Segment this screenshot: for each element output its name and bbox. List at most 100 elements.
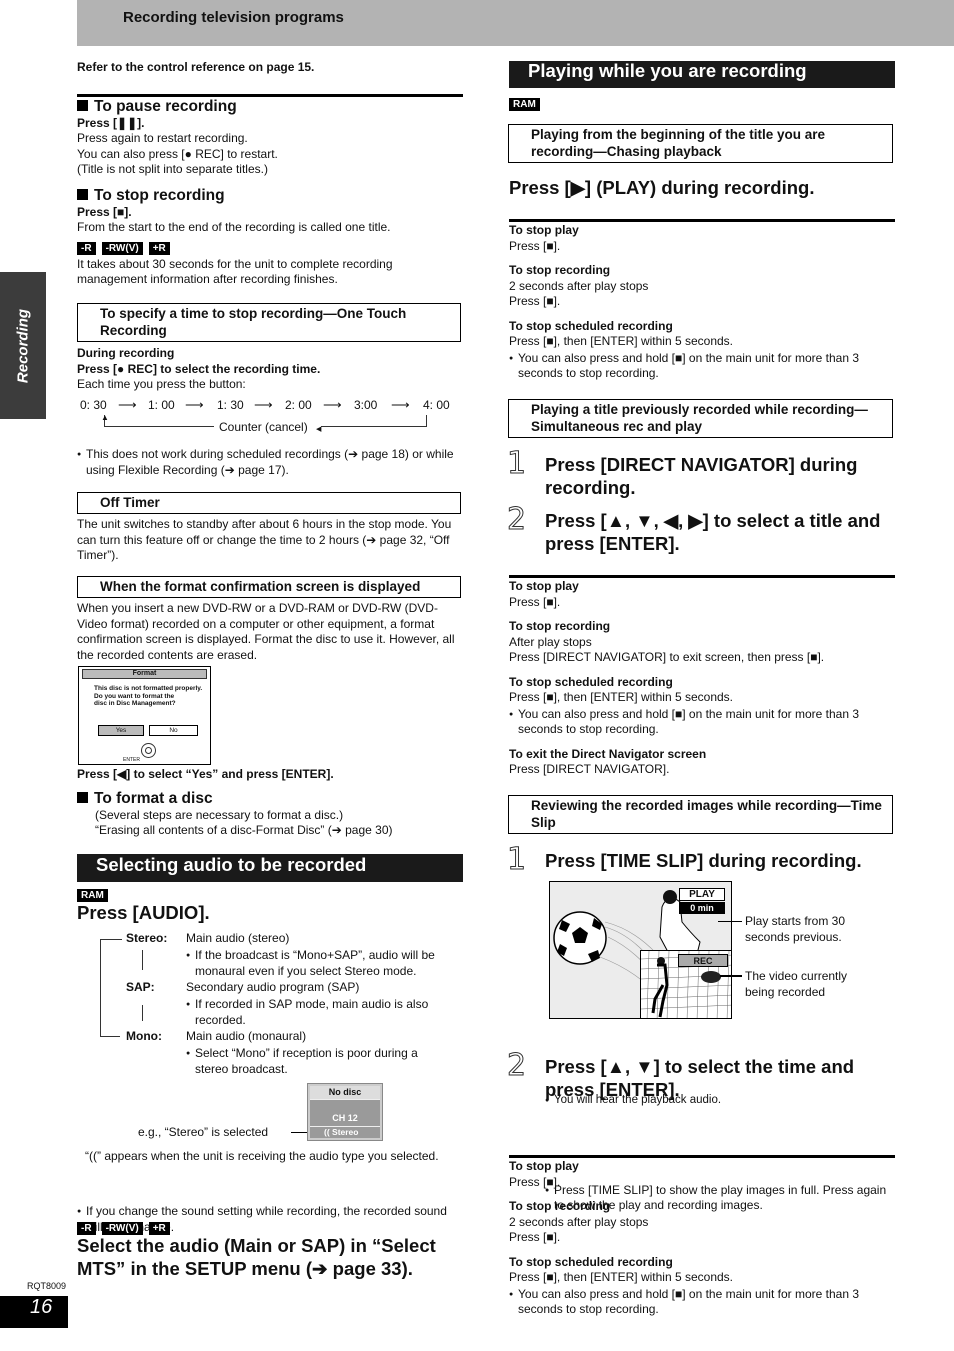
stop-item-line: Press [■]. [509,1174,561,1189]
press-audio-heading: Press [AUDIO]. [77,902,210,923]
pause-press: Press [❚❚]. [77,115,145,130]
format-instruction: Press [◀] to select “Yes” and press [ENT… [77,767,334,781]
step-number: 2 [506,1048,527,1083]
simul-box-title: Playing a title previously recorded whil… [508,399,893,438]
page-header-title: Recording television programs [123,9,344,26]
stop-item-bullet: You can also press and hold [■] on the m… [509,1287,894,1318]
divider [509,1155,895,1158]
step-number: 1 [506,842,527,877]
step-number: 2 [506,502,527,537]
stereo-example-label: e.g., “Stereo” is selected [138,1125,269,1139]
audio-mode-note: Select “Mono” if reception is poor durin… [186,1046,446,1077]
step-number: 1 [506,446,527,481]
disc-tag: -RW(V) [101,241,143,255]
stop-note: It takes about 30 seconds for the unit t… [77,256,393,287]
arrow-right-icon: ⟶ [254,397,273,412]
osd-message: Do you want to format the [94,692,175,700]
one-touch-section: During recording Press [● REC] to select… [77,346,467,393]
osd-time-label: 0 min [679,902,725,914]
simul-stop-items: To stop play Press [■]. To stop recordin… [509,579,899,778]
stop-item-line: Press [■]. [509,238,561,253]
side-tab-label: Recording [14,308,32,383]
stop-item-title: To exit the Direct Navigator screen [509,746,707,761]
osd-title: Format [82,669,207,679]
format-confirm-text: When you insert a new DVD-RW or a DVD-RA… [77,601,455,662]
stop-item-line: Press [■], then [ENTER] within 5 seconds… [509,334,734,348]
stop-item-line: After play stops [509,634,592,649]
off-timer-text: The unit switches to standby after about… [77,517,452,562]
counter-cancel-label: Counter (cancel) [219,420,308,434]
stop-item-line: Press [DIRECT NAVIGATOR] to exit screen,… [509,650,825,664]
osd-no-button[interactable]: No [149,725,198,736]
audio-mode-desc: Main audio (monaural) [186,1029,307,1043]
stop-item-title: To stop scheduled recording [509,674,673,689]
stop-item-title: To stop recording [509,1199,611,1213]
format-disc-section: To format a disc (Several steps are nece… [77,791,467,839]
stop-item-title: To stop play [509,1159,579,1173]
audio-mode-note: If recorded in SAP mode, main audio is a… [186,997,446,1028]
pause-section: To pause recording Press [❚❚]. Press aga… [77,99,467,178]
osd-yes-button[interactable]: Yes [98,725,144,736]
playing-section-heading: Playing while you are recording [509,61,895,88]
divider [509,219,895,222]
stop-item-title: To stop play [509,223,579,237]
audio-mode-label: Mono: [126,1029,162,1043]
timeslip-stop-items: To stop play Press [■]. To stop recordin… [509,1159,899,1318]
audio-mode-note: If the broadcast is “Mono+SAP”, audio wi… [186,948,456,979]
pause-line: (Title is not split into separate titles… [77,162,268,176]
divider [509,575,895,578]
chasing-stop-items: To stop play Press [■]. To stop recordin… [509,223,899,382]
timeslip-box-title: Reviewing the recorded images while reco… [508,795,893,834]
arrow-up-icon: ▲ [101,413,109,422]
disc-tag: -R [77,241,96,255]
osd-message: This disc is not formatted properly. [94,685,203,692]
square-bullet-icon [77,189,88,200]
osd-rec-label: REC [678,954,728,967]
osd-play-label: PLAY [679,888,725,901]
arrow-right-icon: ⟶ [118,397,137,412]
square-bullet-icon [77,792,88,803]
square-bullet-icon [77,100,88,111]
step-text: Press [TIME SLIP] during recording. [545,850,862,871]
step-text: Press [▲, ▼, ◀, ▶] to select a title and… [545,510,881,554]
arrow-right-icon: ⟶ [185,397,204,412]
pause-line: You can also press [● REC] to restart. [77,146,278,161]
arrow-right-icon: ⟶ [323,397,342,412]
audio-mode-desc: Main audio (stereo) [186,931,290,945]
time-step: 1: 30 [217,398,244,412]
format-disc-title: To format a disc [94,790,213,807]
stop-item-bullet: You can also press and hold [■] on the m… [509,351,894,382]
intro-text: Refer to the control reference on page 1… [77,60,315,74]
stereo-osd-screen: No disc CH 12 (( Stereo [307,1083,383,1141]
one-touch-box-title: To specify a time to stop recording—One … [77,303,461,342]
callout-play: Play starts from 30 seconds previous. [745,914,846,944]
osd-channel: CH 12 [332,1113,358,1123]
step-text: Press [▲, ▼] to select the time and pres… [545,1056,855,1100]
format-disc-line: “Erasing all contents of a disc-Format D… [95,823,393,837]
each-time-text: Each time you press the button: [77,377,246,391]
timeslip-illustration: PLAY 0 min REC [549,881,732,1019]
arrow-left-icon: ◀ [316,426,322,433]
stop-item-line: 2 seconds after play stops [509,1214,649,1229]
audio-mode-desc: Secondary audio program (SAP) [186,980,360,994]
stop-item-line: Press [DIRECT NAVIGATOR]. [509,762,670,776]
during-recording-label: During recording [77,346,175,360]
stop-item-title: To stop play [509,579,579,593]
format-confirm-box-title: When the format confirmation screen is d… [77,576,461,598]
stop-item-line: Press [■]. [509,1230,561,1244]
time-step: 1: 00 [148,398,175,412]
select-mts-heading: Select the audio (Main or SAP) in “Selec… [77,1235,436,1279]
pause-line: Press again to restart recording. [77,131,248,145]
format-disc-line: (Several steps are necessary to format a… [95,807,344,822]
audio-mode-label: SAP: [126,980,155,994]
chasing-box-title: Playing from the beginning of the title … [508,124,893,163]
audio-mode-cycle: Stereo: Main audio (stereo) If the broad… [90,930,470,1080]
chasing-press: Press [▶] (PLAY) during recording. [509,177,815,198]
appears-note: “((” appears when the unit is receiving … [85,1149,439,1163]
stop-item-line: 2 seconds after play stops [509,278,649,293]
time-step: 3:00 [354,398,378,412]
one-touch-time-flow: 0: 30 1: 00 1: 30 2: 00 3:00 4: 00 ⟶ ⟶ ⟶… [77,397,467,438]
stop-item-title: To stop scheduled recording [509,318,673,333]
pause-title: To pause recording [94,98,237,115]
stop-item-line: Press [■], then [ENTER] within 5 seconds… [509,690,734,704]
